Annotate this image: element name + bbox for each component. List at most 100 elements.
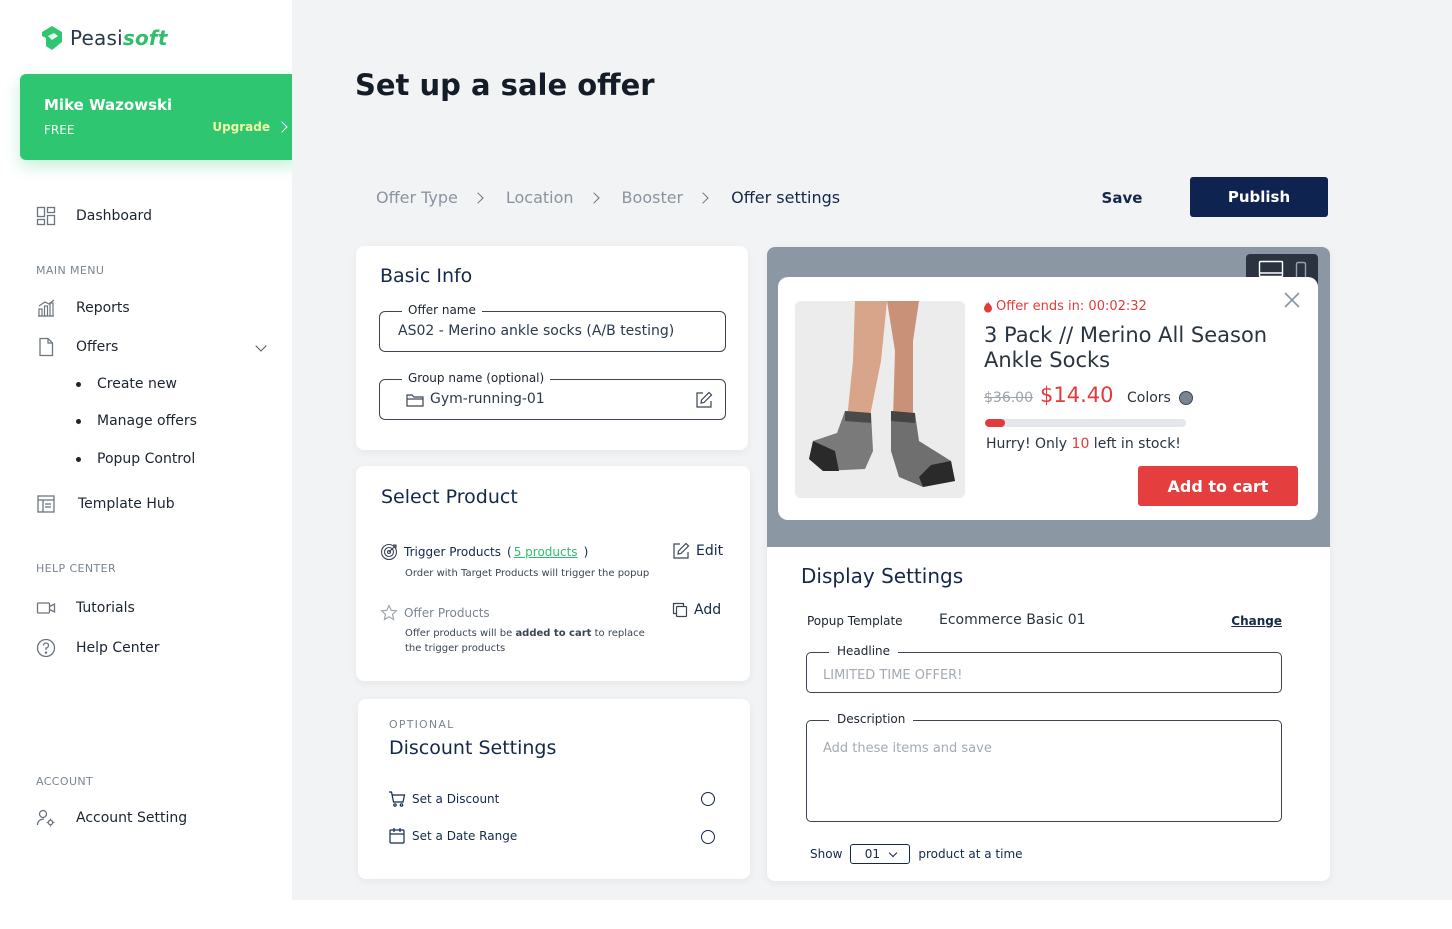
main-content: Set up a sale offer Offer Type Location … — [292, 0, 1452, 900]
offer-products-desc: Offer products will be added to cart to … — [405, 626, 645, 656]
paren-close: ) — [583, 545, 589, 559]
popup-template-value: Ecommerce Basic 01 — [939, 612, 1086, 628]
user-plan: FREE — [44, 123, 75, 137]
sidebar-item-label: Help Center — [76, 640, 160, 656]
brand-logo[interactable]: Peasisoft — [38, 24, 168, 52]
chevron-right-icon — [697, 191, 709, 204]
sidebar-subitem-popup-control[interactable]: Popup Control — [76, 451, 195, 467]
sidebar-item-reports[interactable]: Reports — [36, 298, 130, 318]
set-discount-row: Set a Discount — [388, 790, 499, 808]
bullet-dot — [76, 418, 81, 424]
stock-text-part: Hurry! Only — [986, 436, 1072, 452]
dashboard-icon — [36, 206, 56, 226]
old-price: $36.00 — [984, 390, 1033, 406]
sidebar-item-offers[interactable]: Offers — [36, 337, 118, 357]
section-label-help-center: HELP CENTER — [36, 562, 117, 575]
trigger-products-row: Trigger Products ( 5 products ) — [380, 543, 588, 561]
sidebar-item-label: Template Hub — [78, 496, 175, 512]
colors-selector: Colors — [1127, 390, 1193, 406]
upgrade-label: Upgrade — [212, 120, 270, 134]
color-swatch[interactable] — [1178, 391, 1193, 405]
edit-icon[interactable] — [695, 391, 713, 409]
set-discount-label: Set a Discount — [412, 792, 500, 806]
sidebar-item-tutorials[interactable]: Tutorials — [36, 598, 135, 618]
products-per-view-select[interactable]: 01 — [850, 844, 911, 864]
product-title: 3 Pack // Merino All Season Ankle Socks — [984, 323, 1268, 372]
field-label: Headline — [829, 644, 899, 658]
card-title: Select Product — [381, 486, 518, 508]
discount-settings-card: OPTIONAL Discount Settings Set a Discoun… — [358, 699, 750, 879]
bullet-dot — [76, 456, 81, 462]
app-root: Peasisoft Mike Wazowski FREE Upgrade Das… — [0, 0, 1452, 929]
breadcrumb-booster[interactable]: Booster — [622, 188, 684, 207]
trigger-products-count-link[interactable]: 5 products — [514, 545, 578, 559]
calendar-icon — [389, 828, 405, 844]
upgrade-link[interactable]: Upgrade — [212, 120, 288, 134]
set-discount-radio[interactable] — [701, 792, 715, 806]
sidebar-subitem-label: Popup Control — [97, 451, 196, 467]
user-settings-icon — [36, 809, 55, 827]
save-button[interactable]: Save — [1092, 184, 1152, 212]
chevron-down-icon — [888, 848, 898, 857]
sidebar-item-dashboard[interactable]: Dashboard — [36, 206, 152, 226]
add-offer-products-button[interactable]: Add — [672, 602, 721, 618]
bullet-dot — [76, 381, 81, 387]
cart-icon — [389, 791, 406, 807]
select-product-card: Select Product Trigger Products ( 5 prod… — [356, 466, 750, 681]
sidebar-item-label: Offers — [76, 339, 119, 355]
sidebar-item-account-setting[interactable]: Account Setting — [36, 808, 187, 828]
optional-label: OPTIONAL — [389, 718, 455, 731]
publish-button[interactable]: Publish — [1190, 177, 1328, 217]
add-label: Add — [694, 602, 722, 618]
sidebar-item-help-center[interactable]: Help Center — [36, 638, 160, 658]
new-price: $14.40 — [1040, 383, 1114, 407]
sidebar-subitem-label: Create new — [97, 376, 177, 392]
popup-template-label: Popup Template — [807, 614, 903, 628]
description-field[interactable]: Description Add these items and save — [806, 712, 1282, 822]
set-date-range-radio[interactable] — [701, 830, 715, 844]
page-title: Set up a sale offer — [355, 68, 655, 102]
sidebar-item-label: Account Setting — [76, 810, 188, 826]
template-icon — [37, 495, 55, 513]
sidebar-subitem-create-new[interactable]: Create new — [76, 376, 177, 392]
breadcrumb-offer-type[interactable]: Offer Type — [376, 188, 458, 207]
change-template-link[interactable]: Change — [1231, 614, 1282, 628]
preview-backdrop: Offer ends in: 00:02:32 3 Pack // Merino… — [767, 247, 1330, 547]
show-label: Show — [810, 847, 843, 861]
chevron-down-icon[interactable] — [255, 340, 267, 352]
offer-products-row: Offer Products — [380, 604, 490, 622]
description-placeholder: Add these items and save — [823, 741, 992, 756]
chevron-right-icon — [587, 191, 600, 204]
offer-timer: Offer ends in: 00:02:32 — [983, 299, 1147, 314]
reports-chart-icon — [38, 299, 55, 317]
close-icon[interactable] — [1283, 291, 1301, 309]
sidebar-subitem-manage-offers[interactable]: Manage offers — [76, 413, 197, 429]
field-label: Group name (optional) — [402, 371, 551, 385]
sidebar: Peasisoft Mike Wazowski FREE Upgrade Das… — [0, 0, 300, 929]
offer-name-field[interactable]: Offer name AS02 - Merino ankle socks (A/… — [379, 303, 726, 352]
group-name-value: Gym-running-01 — [430, 391, 545, 407]
user-name: Mike Wazowski — [44, 96, 173, 114]
headline-field[interactable]: Headline LIMITED TIME OFFER! — [806, 644, 1282, 693]
edit-trigger-button[interactable]: Edit — [672, 542, 723, 560]
sidebar-item-label: Dashboard — [76, 208, 152, 224]
offer-popup: Offer ends in: 00:02:32 3 Pack // Merino… — [778, 277, 1318, 520]
peasisoft-logo-icon — [42, 26, 62, 50]
user-card: Mike Wazowski FREE Upgrade — [20, 74, 300, 160]
colors-label: Colors — [1127, 390, 1171, 406]
card-title: Basic Info — [380, 265, 473, 287]
desc-text: the trigger products — [405, 643, 506, 654]
sidebar-item-template-hub[interactable]: Template Hub — [36, 494, 175, 514]
add-to-cart-button[interactable]: Add to cart — [1138, 466, 1298, 506]
desc-bold: added to cart — [515, 628, 592, 639]
preview-panel: Offer ends in: 00:02:32 3 Pack // Merino… — [767, 247, 1330, 881]
breadcrumb: Offer Type Location Booster Offer settin… — [376, 188, 840, 207]
breadcrumb-offer-settings[interactable]: Offer settings — [731, 188, 840, 207]
breadcrumb-location[interactable]: Location — [506, 188, 574, 207]
sidebar-item-label: Tutorials — [76, 600, 135, 616]
flame-icon — [984, 301, 992, 312]
chevron-right-icon — [472, 191, 484, 204]
timer-text: Offer ends in: 00:02:32 — [996, 299, 1147, 314]
sidebar-item-label: Reports — [76, 300, 130, 316]
group-name-field[interactable]: Group name (optional) Gym-running-01 — [379, 371, 726, 420]
